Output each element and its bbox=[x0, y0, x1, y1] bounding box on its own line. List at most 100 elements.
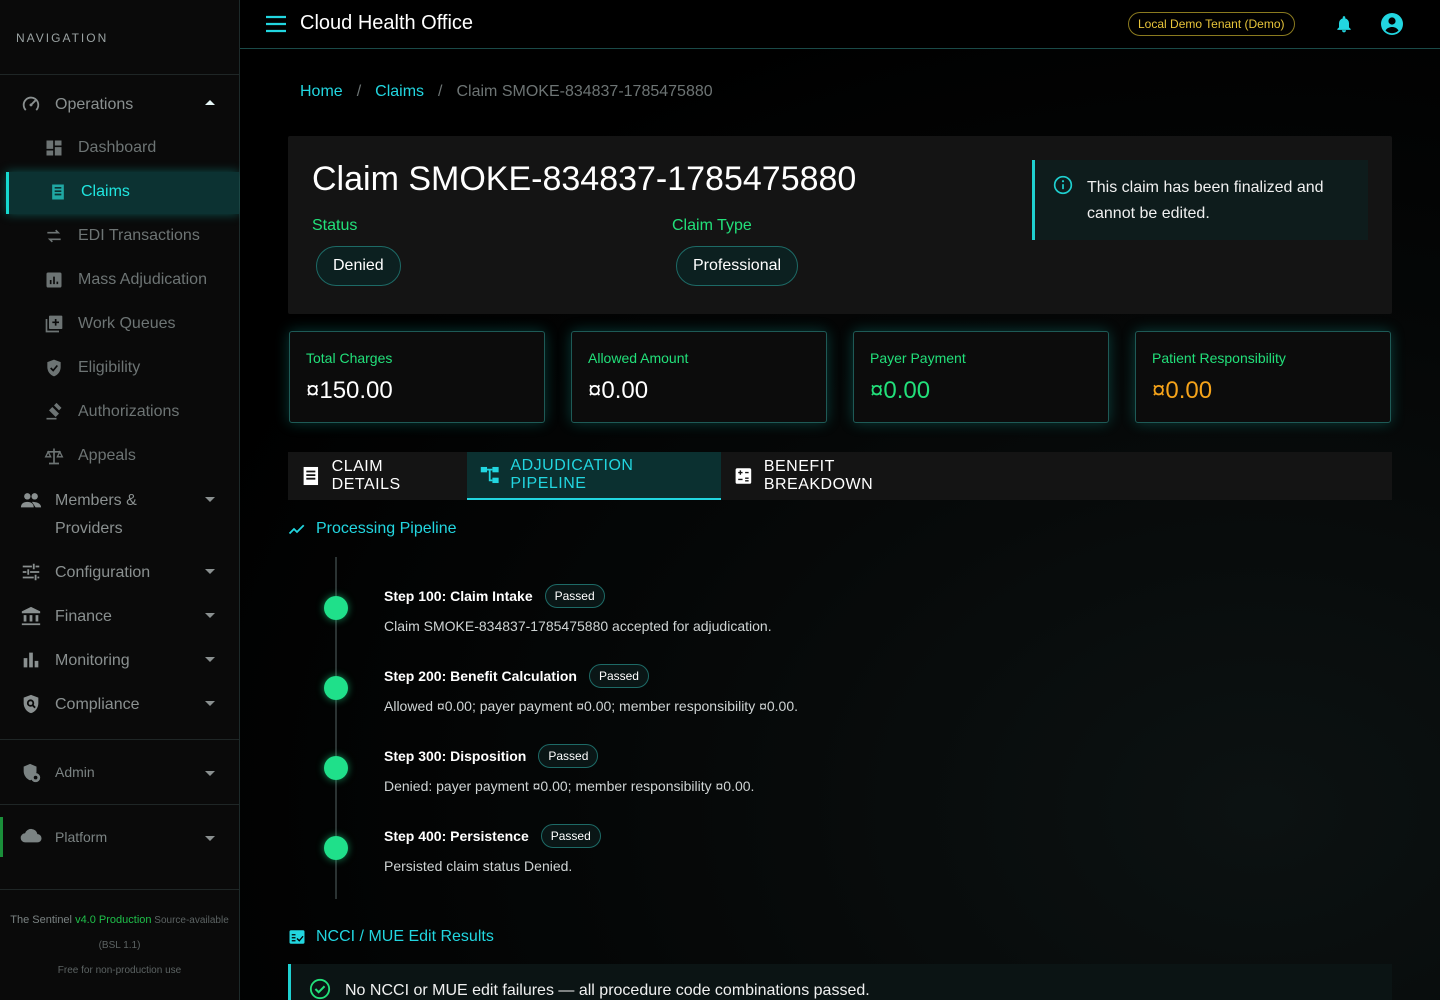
people-icon bbox=[20, 493, 42, 508]
menu-icon[interactable] bbox=[266, 15, 286, 33]
sidebar-item-dashboard[interactable]: Dashboard bbox=[0, 128, 239, 170]
breadcrumb-current: Claim SMOKE-834837-1785475880 bbox=[456, 83, 713, 100]
nav-group-configuration[interactable]: Configuration bbox=[0, 558, 239, 590]
sidebar-item-label: Appeals bbox=[78, 447, 136, 464]
tab-bar: CLAIM DETAILS ADJUDICATION PIPELINE BENE… bbox=[288, 452, 1392, 500]
swap-arrows-icon bbox=[47, 229, 61, 243]
step-title: Step 300: Disposition Passed bbox=[384, 744, 599, 768]
trending-up-icon bbox=[288, 524, 305, 535]
nav-group-finance[interactable]: Finance bbox=[0, 602, 239, 634]
footer-usage-note: Free for non-production use bbox=[57, 965, 182, 976]
sidebar-item-work-queues[interactable]: Work Queues bbox=[0, 304, 239, 346]
nav-group-operations[interactable]: Operations bbox=[0, 90, 239, 122]
main-content: Home / Claims / Claim SMOKE-834837-17854… bbox=[240, 49, 1440, 1000]
stat-label: Patient Responsibility bbox=[1152, 350, 1286, 366]
nav-group-label: Compliance bbox=[55, 696, 140, 713]
admin-shield-icon bbox=[23, 763, 41, 783]
ncci-mue-heading: NCCI / MUE Edit Results bbox=[288, 928, 494, 946]
topbar: Cloud Health Office Local Demo Tenant (D… bbox=[240, 0, 1440, 49]
bell-icon[interactable] bbox=[1334, 13, 1354, 35]
tab-label: CLAIM DETAILS bbox=[331, 458, 401, 493]
sidebar-item-label: Authorizations bbox=[78, 403, 180, 420]
chevron-down-icon bbox=[205, 657, 215, 662]
step-status-badge: Passed bbox=[544, 584, 605, 608]
stat-value: ¤0.00 bbox=[588, 377, 649, 404]
tenant-badge[interactable]: Local Demo Tenant (Demo) bbox=[1128, 12, 1295, 36]
nav-divider bbox=[0, 889, 239, 890]
account-circle-icon[interactable] bbox=[1380, 12, 1404, 36]
sidebar-item-eligibility[interactable]: Eligibility bbox=[0, 348, 239, 390]
verified-shield-icon bbox=[47, 359, 61, 377]
section-title-text: Processing Pipeline bbox=[316, 520, 457, 537]
sidebar-item-edi-transactions[interactable]: EDI Transactions bbox=[0, 216, 239, 258]
dashboard-icon bbox=[46, 140, 62, 156]
nav-group-label-line2: Providers bbox=[55, 520, 123, 537]
breadcrumb-home[interactable]: Home bbox=[300, 83, 343, 101]
tab-claim-details[interactable]: CLAIM DETAILS bbox=[288, 452, 467, 500]
app-title: Cloud Health Office bbox=[300, 12, 474, 34]
chevron-down-icon bbox=[205, 569, 215, 574]
nav-group-label: Configuration bbox=[55, 564, 151, 581]
sidebar-item-mass-adjudication[interactable]: Mass Adjudication bbox=[0, 260, 239, 302]
sidebar-item-label: EDI Transactions bbox=[78, 227, 200, 244]
nav-group-platform[interactable]: Platform bbox=[0, 805, 239, 869]
stat-patient-responsibility: Patient Responsibility ¤0.00 bbox=[1135, 331, 1391, 423]
step-dot bbox=[324, 596, 348, 620]
footer-version: v4.0 Production bbox=[75, 914, 152, 926]
claim-header-card: Claim SMOKE-834837-1785475880 Status Den… bbox=[288, 136, 1392, 314]
tab-benefit-breakdown[interactable]: BENEFIT BREAKDOWN bbox=[721, 452, 951, 500]
step-status-badge: Passed bbox=[588, 664, 649, 688]
tab-adjudication-pipeline[interactable]: ADJUDICATION PIPELINE bbox=[467, 452, 721, 500]
status-label: Status bbox=[312, 217, 358, 234]
step-title: Step 200: Benefit Calculation Passed bbox=[384, 664, 649, 688]
nav-group-admin[interactable]: Admin bbox=[0, 740, 239, 804]
step-title-text: Step 300: Disposition bbox=[384, 748, 527, 764]
sidebar-item-claims[interactable]: Claims bbox=[6, 172, 239, 214]
step-title-text: Step 100: Claim Intake bbox=[384, 588, 533, 604]
sidebar-item-appeals[interactable]: Appeals bbox=[0, 436, 239, 478]
receipt-list-icon bbox=[303, 466, 319, 486]
tab-label: ADJUDICATION PIPELINE bbox=[510, 457, 634, 492]
sidebar: NAVIGATION Operations Dashboard Claims E… bbox=[0, 0, 240, 1000]
breadcrumb-separator: / bbox=[438, 83, 443, 100]
stat-label: Allowed Amount bbox=[588, 350, 689, 366]
chevron-down-icon bbox=[205, 836, 215, 841]
account-tree-icon bbox=[480, 466, 499, 484]
step-title-text: Step 400: Persistence bbox=[384, 828, 529, 844]
tune-icon bbox=[22, 563, 40, 581]
stat-label: Total Charges bbox=[306, 350, 393, 366]
sidebar-item-label: Mass Adjudication bbox=[78, 271, 207, 288]
ncci-success-alert: No NCCI or MUE edit failures — all proce… bbox=[288, 964, 1392, 1000]
chevron-down-icon bbox=[205, 701, 215, 706]
nav-group-members-providers[interactable]: Members & Providers bbox=[0, 486, 239, 546]
stat-total-charges: Total Charges ¤150.00 bbox=[289, 331, 545, 423]
sidebar-item-authorizations[interactable]: Authorizations bbox=[0, 392, 239, 434]
nav-group-label: Admin bbox=[55, 764, 95, 780]
nav-group-label: Monitoring bbox=[55, 652, 130, 669]
speedometer-icon bbox=[22, 96, 40, 111]
nav-heading: NAVIGATION bbox=[16, 31, 109, 45]
bank-icon bbox=[21, 606, 41, 626]
chevron-up-icon bbox=[205, 100, 215, 105]
nav-group-label: Platform bbox=[55, 829, 108, 845]
stat-label: Payer Payment bbox=[870, 350, 966, 366]
breadcrumb-claims[interactable]: Claims bbox=[375, 83, 424, 101]
info-message: This claim has been finalized and cannot… bbox=[1087, 179, 1324, 222]
check-circle-icon bbox=[309, 978, 331, 1000]
chevron-down-icon bbox=[205, 497, 215, 502]
nav-group-monitoring[interactable]: Monitoring bbox=[0, 646, 239, 678]
bar-chart-icon bbox=[23, 652, 39, 668]
nav-group-compliance[interactable]: Compliance bbox=[0, 690, 239, 722]
cloud-icon bbox=[20, 828, 42, 843]
sidebar-item-label: Dashboard bbox=[78, 139, 157, 156]
chevron-down-icon bbox=[205, 771, 215, 776]
nav-divider bbox=[0, 74, 239, 75]
stat-value: ¤0.00 bbox=[1152, 377, 1213, 404]
stat-value: ¤0.00 bbox=[870, 377, 931, 404]
tab-label: BENEFIT BREAKDOWN bbox=[763, 458, 874, 493]
step-description: Allowed ¤0.00; payer payment ¤0.00; memb… bbox=[384, 698, 799, 714]
step-dot bbox=[324, 676, 348, 700]
footer-brand: The Sentinel bbox=[10, 914, 76, 926]
step-description: Denied: payer payment ¤0.00; member resp… bbox=[384, 778, 755, 794]
calculate-icon bbox=[735, 468, 752, 484]
